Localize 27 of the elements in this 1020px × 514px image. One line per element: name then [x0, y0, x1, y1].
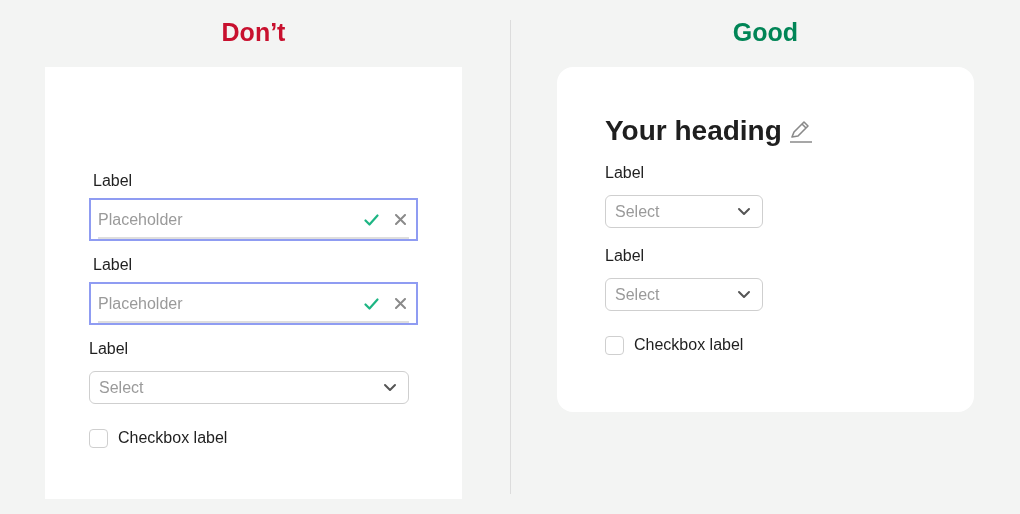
- field-label: Label: [89, 339, 130, 359]
- checkbox[interactable]: [89, 428, 108, 448]
- text-input[interactable]: Placeholder: [98, 207, 364, 232]
- select-field[interactable]: Select: [605, 278, 763, 311]
- panel-title: Don’t: [221, 17, 286, 48]
- check-icon: [364, 297, 379, 310]
- field-label: Label: [605, 163, 646, 183]
- form-heading: Your heading: [605, 115, 782, 147]
- chevron-down-icon: [737, 207, 751, 216]
- checkbox-label: Checkbox label: [118, 428, 228, 448]
- input-field[interactable]: Placeholder: [89, 282, 418, 325]
- checkbox-label: Checkbox label: [634, 335, 744, 355]
- field-label: Label: [605, 246, 646, 266]
- input-field[interactable]: Placeholder: [89, 198, 418, 241]
- select-field[interactable]: Select: [605, 195, 763, 228]
- text-input[interactable]: Placeholder: [98, 291, 364, 316]
- chevron-down-icon: [737, 290, 751, 299]
- pencil-icon[interactable]: [787, 118, 814, 144]
- field-label: Label: [93, 171, 134, 191]
- close-icon[interactable]: [395, 214, 406, 225]
- close-icon[interactable]: [395, 298, 406, 309]
- checkbox[interactable]: [605, 335, 624, 355]
- chevron-down-icon: [383, 383, 397, 392]
- field-label: Label: [93, 255, 134, 275]
- panel-title: Good: [732, 17, 799, 48]
- check-icon: [364, 213, 379, 226]
- select-field[interactable]: Select: [89, 371, 409, 404]
